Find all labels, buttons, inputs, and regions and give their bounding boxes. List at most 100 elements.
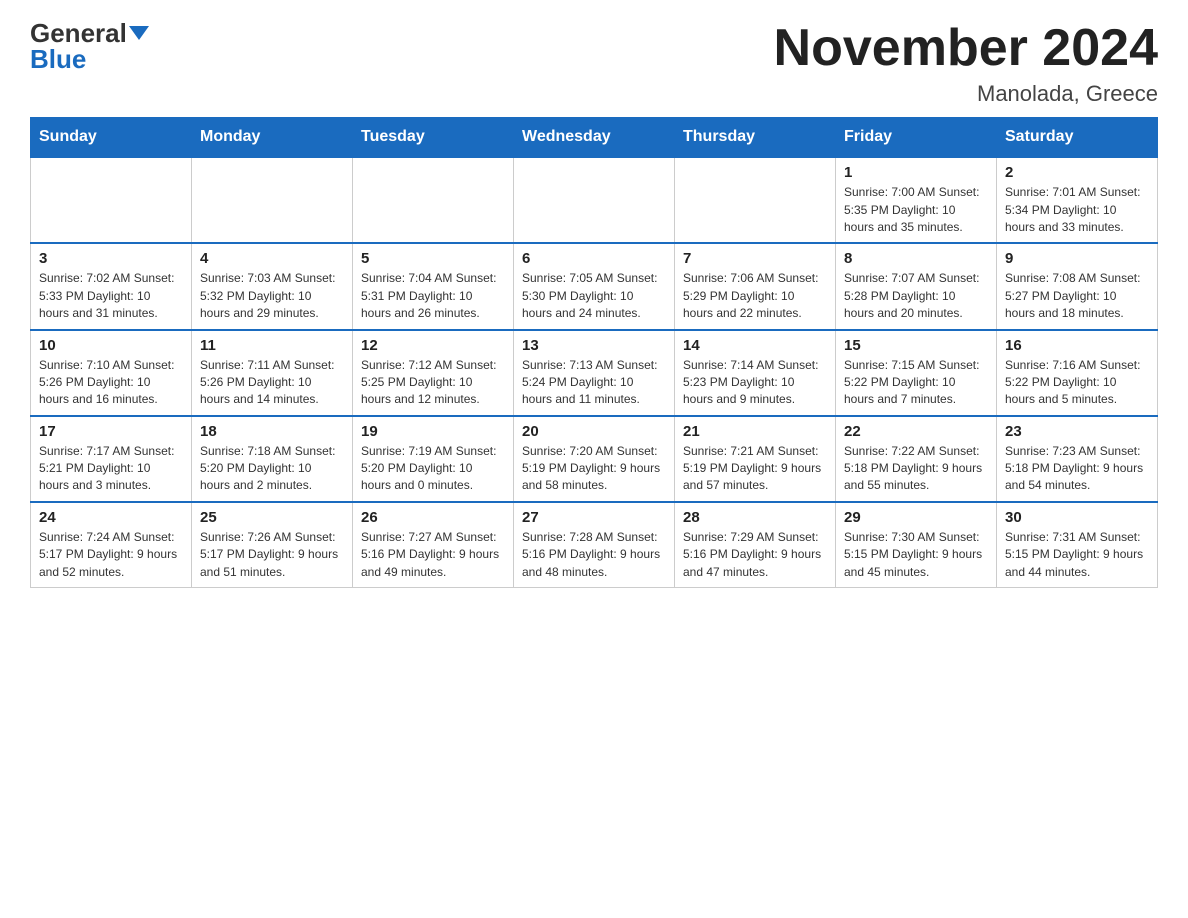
day-number: 25 [200, 509, 344, 526]
calendar-cell: 14 Sunrise: 7:14 AM Sunset: 5:23 PM Dayli… [675, 330, 836, 416]
logo: General Blue [30, 20, 149, 72]
calendar-week-row: 1Sunrise: 7:00 AM Sunset: 5:35 PM Daylig… [31, 157, 1158, 243]
calendar-cell: 4Sunrise: 7:03 AM Sunset: 5:32 PM Daylig… [192, 243, 353, 329]
day-info: Sunrise: 7:15 AM Sunset: 5:22 PM Dayligh… [844, 357, 988, 409]
calendar-cell: 23 Sunrise: 7:23 AM Sunset: 5:18 PM Dayli… [997, 416, 1158, 502]
day-number: 4 [200, 250, 344, 267]
calendar-cell: 10Sunrise: 7:10 AM Sunset: 5:26 PM Dayli… [31, 330, 192, 416]
calendar-cell: 22 Sunrise: 7:22 AM Sunset: 5:18 PM Dayli… [836, 416, 997, 502]
weekday-header-saturday: Saturday [997, 118, 1158, 158]
day-info: Sunrise: 7:06 AM Sunset: 5:29 PM Dayligh… [683, 270, 827, 322]
calendar-cell [192, 157, 353, 243]
calendar-cell: 21 Sunrise: 7:21 AM Sunset: 5:19 PM Dayli… [675, 416, 836, 502]
calendar-week-row: 3Sunrise: 7:02 AM Sunset: 5:33 PM Daylig… [31, 243, 1158, 329]
day-number: 2 [1005, 164, 1149, 181]
day-number: 29 [844, 509, 988, 526]
calendar-cell: 28 Sunrise: 7:29 AM Sunset: 5:16 PM Dayli… [675, 502, 836, 588]
weekday-header-wednesday: Wednesday [514, 118, 675, 158]
month-title: November 2024 [774, 20, 1158, 77]
day-info: Sunrise: 7:11 AM Sunset: 5:26 PM Dayligh… [200, 357, 344, 409]
weekday-header-thursday: Thursday [675, 118, 836, 158]
calendar-cell: 26Sunrise: 7:27 AM Sunset: 5:16 PM Dayli… [353, 502, 514, 588]
day-info: Sunrise: 7:07 AM Sunset: 5:28 PM Dayligh… [844, 270, 988, 322]
calendar-cell: 17 Sunrise: 7:17 AM Sunset: 5:21 PM Dayli… [31, 416, 192, 502]
day-info: Sunrise: 7:27 AM Sunset: 5:16 PM Dayligh… [361, 529, 505, 581]
calendar-cell: 24 Sunrise: 7:24 AM Sunset: 5:17 PM Dayli… [31, 502, 192, 588]
day-info: Sunrise: 7:02 AM Sunset: 5:33 PM Dayligh… [39, 270, 183, 322]
day-info: Sunrise: 7:14 AM Sunset: 5:23 PM Dayligh… [683, 357, 827, 409]
day-number: 17 [39, 423, 183, 440]
calendar-cell [31, 157, 192, 243]
day-number: 6 [522, 250, 666, 267]
calendar-cell: 20Sunrise: 7:20 AM Sunset: 5:19 PM Dayli… [514, 416, 675, 502]
calendar-cell [675, 157, 836, 243]
day-number: 24 [39, 509, 183, 526]
day-number: 30 [1005, 509, 1149, 526]
day-info: Sunrise: 7:04 AM Sunset: 5:31 PM Dayligh… [361, 270, 505, 322]
weekday-header-friday: Friday [836, 118, 997, 158]
calendar-week-row: 17 Sunrise: 7:17 AM Sunset: 5:21 PM Dayli… [31, 416, 1158, 502]
day-number: 14 [683, 337, 827, 354]
calendar-cell: 16 Sunrise: 7:16 AM Sunset: 5:22 PM Dayli… [997, 330, 1158, 416]
day-info: Sunrise: 7:26 AM Sunset: 5:17 PM Dayligh… [200, 529, 344, 581]
day-number: 10 [39, 337, 183, 354]
calendar-cell: 6Sunrise: 7:05 AM Sunset: 5:30 PM Daylig… [514, 243, 675, 329]
calendar-cell: 8 Sunrise: 7:07 AM Sunset: 5:28 PM Daylig… [836, 243, 997, 329]
calendar-cell: 13Sunrise: 7:13 AM Sunset: 5:24 PM Dayli… [514, 330, 675, 416]
day-number: 28 [683, 509, 827, 526]
page-header: General Blue November 2024 Manolada, Gre… [30, 20, 1158, 107]
day-info: Sunrise: 7:28 AM Sunset: 5:16 PM Dayligh… [522, 529, 666, 581]
calendar-cell: 27Sunrise: 7:28 AM Sunset: 5:16 PM Dayli… [514, 502, 675, 588]
calendar-table: SundayMondayTuesdayWednesdayThursdayFrid… [30, 117, 1158, 588]
calendar-cell: 5 Sunrise: 7:04 AM Sunset: 5:31 PM Daylig… [353, 243, 514, 329]
day-number: 15 [844, 337, 988, 354]
calendar-cell [353, 157, 514, 243]
day-info: Sunrise: 7:08 AM Sunset: 5:27 PM Dayligh… [1005, 270, 1149, 322]
day-number: 7 [683, 250, 827, 267]
day-info: Sunrise: 7:20 AM Sunset: 5:19 PM Dayligh… [522, 443, 666, 495]
day-number: 16 [1005, 337, 1149, 354]
calendar-cell [514, 157, 675, 243]
day-info: Sunrise: 7:24 AM Sunset: 5:17 PM Dayligh… [39, 529, 183, 581]
day-info: Sunrise: 7:16 AM Sunset: 5:22 PM Dayligh… [1005, 357, 1149, 409]
day-number: 21 [683, 423, 827, 440]
logo-blue-text: Blue [30, 46, 86, 72]
calendar-cell: 9 Sunrise: 7:08 AM Sunset: 5:27 PM Daylig… [997, 243, 1158, 329]
day-info: Sunrise: 7:21 AM Sunset: 5:19 PM Dayligh… [683, 443, 827, 495]
day-info: Sunrise: 7:22 AM Sunset: 5:18 PM Dayligh… [844, 443, 988, 495]
day-info: Sunrise: 7:23 AM Sunset: 5:18 PM Dayligh… [1005, 443, 1149, 495]
day-number: 19 [361, 423, 505, 440]
day-info: Sunrise: 7:00 AM Sunset: 5:35 PM Dayligh… [844, 184, 988, 236]
calendar-cell: 3Sunrise: 7:02 AM Sunset: 5:33 PM Daylig… [31, 243, 192, 329]
calendar-week-row: 24 Sunrise: 7:24 AM Sunset: 5:17 PM Dayli… [31, 502, 1158, 588]
logo-triangle-icon [129, 26, 149, 40]
day-info: Sunrise: 7:29 AM Sunset: 5:16 PM Dayligh… [683, 529, 827, 581]
day-number: 18 [200, 423, 344, 440]
location-subtitle: Manolada, Greece [774, 81, 1158, 107]
calendar-cell: 1Sunrise: 7:00 AM Sunset: 5:35 PM Daylig… [836, 157, 997, 243]
weekday-header-tuesday: Tuesday [353, 118, 514, 158]
calendar-cell: 29 Sunrise: 7:30 AM Sunset: 5:15 PM Dayli… [836, 502, 997, 588]
day-number: 8 [844, 250, 988, 267]
day-info: Sunrise: 7:30 AM Sunset: 5:15 PM Dayligh… [844, 529, 988, 581]
day-number: 5 [361, 250, 505, 267]
day-info: Sunrise: 7:31 AM Sunset: 5:15 PM Dayligh… [1005, 529, 1149, 581]
calendar-cell: 7 Sunrise: 7:06 AM Sunset: 5:29 PM Daylig… [675, 243, 836, 329]
calendar-cell: 25 Sunrise: 7:26 AM Sunset: 5:17 PM Dayli… [192, 502, 353, 588]
weekday-header-row: SundayMondayTuesdayWednesdayThursdayFrid… [31, 118, 1158, 158]
weekday-header-monday: Monday [192, 118, 353, 158]
day-info: Sunrise: 7:17 AM Sunset: 5:21 PM Dayligh… [39, 443, 183, 495]
day-number: 23 [1005, 423, 1149, 440]
title-block: November 2024 Manolada, Greece [774, 20, 1158, 107]
day-number: 12 [361, 337, 505, 354]
weekday-header-sunday: Sunday [31, 118, 192, 158]
calendar-cell: 30 Sunrise: 7:31 AM Sunset: 5:15 PM Dayli… [997, 502, 1158, 588]
calendar-week-row: 10Sunrise: 7:10 AM Sunset: 5:26 PM Dayli… [31, 330, 1158, 416]
day-info: Sunrise: 7:01 AM Sunset: 5:34 PM Dayligh… [1005, 184, 1149, 236]
day-number: 13 [522, 337, 666, 354]
day-info: Sunrise: 7:12 AM Sunset: 5:25 PM Dayligh… [361, 357, 505, 409]
day-info: Sunrise: 7:18 AM Sunset: 5:20 PM Dayligh… [200, 443, 344, 495]
day-number: 22 [844, 423, 988, 440]
calendar-cell: 19Sunrise: 7:19 AM Sunset: 5:20 PM Dayli… [353, 416, 514, 502]
day-number: 9 [1005, 250, 1149, 267]
